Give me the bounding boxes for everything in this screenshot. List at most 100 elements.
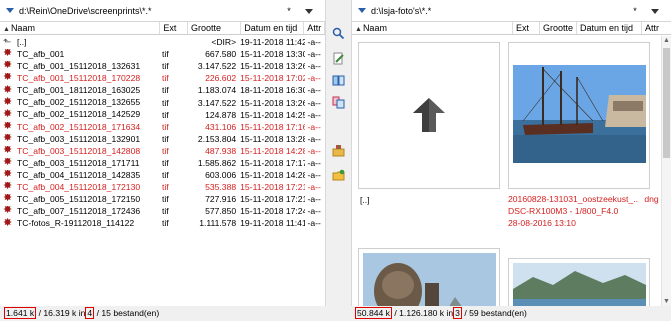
left-file-panel[interactable]: d:\Rein\OneDrive\screenprints\*.* * ▲Naa… xyxy=(0,0,326,306)
file-row[interactable]: TC-fotos_R-19112018_114122 tif 1.111.57819… xyxy=(0,217,326,229)
file-name-text: TC_afb_003_15112018_132901 xyxy=(17,133,141,144)
left-history-dropdown[interactable] xyxy=(299,6,319,16)
file-row[interactable]: TC_afb_007_15112018_172436 tif 577.85015-1… xyxy=(0,205,326,217)
col-size[interactable]: Grootte xyxy=(188,22,242,34)
tile-label: [..] xyxy=(360,195,370,205)
file-size: 124.878 xyxy=(205,109,237,120)
file-date: 15-11-2018 13:30 xyxy=(240,49,306,60)
file-ext: tif xyxy=(161,97,169,108)
file-attr: -a-- xyxy=(307,85,321,96)
file-name: TC_afb_002_15112018_132655 xyxy=(0,97,159,107)
thumbnail-tile[interactable]: 20160828-131031_oostzeekust_.. dng DSC-R… xyxy=(508,42,659,257)
file-size: 487.938 xyxy=(205,145,237,156)
file-ext: tif xyxy=(161,182,169,193)
right-history-dropdown[interactable] xyxy=(645,6,665,16)
file-date: 15-11-2018 14:28 xyxy=(240,145,306,156)
tile-filename: 20160828-131031_oostzeekust_.. dng xyxy=(508,194,659,204)
left-path-text: d:\Rein\OneDrive\screenprints\*.* xyxy=(19,5,152,16)
pack-icon[interactable] xyxy=(332,144,345,157)
file-name: TC_afb_002_15112018_171634 xyxy=(0,122,159,132)
thumbnail-tile[interactable] xyxy=(358,248,500,306)
right-file-panel[interactable]: d:\Isja-foto's\*.* * ▲Naam Ext Grootte D… xyxy=(351,0,671,306)
file-date: 15-11-2018 17:21 xyxy=(240,194,306,205)
file-date: 15-11-2018 13:26 xyxy=(240,61,306,72)
file-name: TC_afb_002_15112018_142529 xyxy=(0,109,159,119)
file-ext: tif xyxy=(161,121,169,132)
file-row[interactable]: TC_afb_004_15112018_142835 tif 603.00615-1… xyxy=(0,169,326,181)
left-path-bar[interactable]: d:\Rein\OneDrive\screenprints\*.* * xyxy=(0,0,325,22)
file-ext: tif xyxy=(161,133,169,144)
file-row[interactable]: TC_afb_003_15112018_171711 tif 1.585.86215… xyxy=(0,157,326,169)
scroll-thumb[interactable] xyxy=(663,48,670,158)
file-size: <DIR> xyxy=(211,37,237,48)
right-file-count: / 59 bestand(en) xyxy=(464,308,527,318)
file-row[interactable]: TC_afb_001_15112018_170228 tif 226.60215-1… xyxy=(0,72,326,84)
file-attr: -a-- xyxy=(307,49,321,60)
col-attr[interactable]: Attr xyxy=(642,22,662,34)
thumbnail-tile[interactable]: [..] xyxy=(358,42,500,220)
image-file-icon xyxy=(3,134,14,144)
file-name-text: TC_afb_005_15112018_172150 xyxy=(17,194,141,205)
file-attr: -a-- xyxy=(307,61,321,72)
file-size: 226.602 xyxy=(205,73,237,84)
file-row[interactable]: TC_afb_005_15112018_172150 tif 727.91615-1… xyxy=(0,193,326,205)
col-date[interactable]: Datum en tijd xyxy=(241,22,305,34)
image-file-icon xyxy=(3,86,14,96)
file-row[interactable]: [..] <DIR>19-11-2018 11:42-a-- xyxy=(0,36,326,48)
file-date: 15-11-2018 13:26 xyxy=(240,97,306,108)
photo-sculpture-head xyxy=(363,253,496,306)
col-name[interactable]: ▲Naam xyxy=(0,22,161,34)
file-row[interactable]: TC_afb_002_15112018_132655 tif 3.147.52215… xyxy=(0,96,326,108)
search-icon[interactable] xyxy=(332,27,345,40)
file-name-text: TC_afb_003_15112018_171711 xyxy=(17,157,140,168)
file-name-text: TC_afb_002_15112018_132655 xyxy=(17,97,141,108)
right-star-button[interactable]: * xyxy=(625,6,645,16)
chevron-down-icon[interactable] xyxy=(6,8,14,13)
file-row[interactable]: TC_afb_002_15112018_171634 tif 431.10615-1… xyxy=(0,121,326,133)
compare-icon[interactable] xyxy=(332,74,345,87)
file-row[interactable]: TC_afb_001_18112018_163025 tif 1.183.07418… xyxy=(0,84,326,96)
file-date: 15-11-2018 17:16 xyxy=(240,121,306,132)
thumbnail-tile[interactable] xyxy=(508,258,650,306)
file-row[interactable]: TC_afb_003_15112018_142808 tif 487.93815-1… xyxy=(0,145,326,157)
file-ext: tif xyxy=(161,194,169,205)
col-ext[interactable]: Ext xyxy=(513,22,540,34)
file-name: TC_afb_005_15112018_172150 xyxy=(0,194,159,204)
left-selected-size: 1.641 k xyxy=(4,307,37,319)
file-ext: tif xyxy=(161,73,169,84)
image-file-icon xyxy=(3,194,14,204)
file-name-text: TC_afb_001 xyxy=(17,49,65,60)
file-row[interactable]: TC_afb_003_15112018_132901 tif 2.153.80415… xyxy=(0,133,326,145)
sync-icon[interactable] xyxy=(332,96,345,109)
file-row[interactable]: TC_afb_001_15112018_132631 tif 3.147.52215… xyxy=(0,60,326,72)
col-name[interactable]: ▲Naam xyxy=(352,22,513,34)
file-attr: -a-- xyxy=(307,206,321,217)
scroll-up-arrow-icon[interactable]: ▲ xyxy=(663,37,670,44)
edit-icon[interactable] xyxy=(332,52,345,65)
file-attr: -a-- xyxy=(307,37,321,48)
file-date: 18-11-2018 16:30 xyxy=(240,85,306,96)
file-attr: -a-- xyxy=(307,109,321,120)
col-date[interactable]: Datum en tijd xyxy=(577,22,642,34)
right-scrollbar[interactable]: ▲ ▼ xyxy=(661,36,671,306)
scroll-down-arrow-icon[interactable]: ▼ xyxy=(663,298,670,305)
left-star-button[interactable]: * xyxy=(279,6,299,16)
new-folder-icon[interactable] xyxy=(332,169,345,182)
file-size: 603.006 xyxy=(205,170,237,181)
file-ext: tif xyxy=(161,49,169,60)
file-ext: tif xyxy=(161,157,169,168)
right-path-bar[interactable]: d:\Isja-foto's\*.* * xyxy=(352,0,671,22)
tile-camera-info: DSC-RX100M3 - 1/800_F4.0 xyxy=(508,206,619,216)
file-row[interactable]: TC_afb_004_15112018_172130 tif 535.38815-1… xyxy=(0,181,326,193)
file-row[interactable]: TC_afb_001 tif 667.58015-11-2018 13:30-a-- xyxy=(0,48,326,60)
file-attr: -a-- xyxy=(307,194,321,205)
col-ext[interactable]: Ext xyxy=(160,22,189,34)
chevron-down-icon[interactable] xyxy=(358,8,366,13)
image-file-icon xyxy=(3,170,14,180)
file-row[interactable]: TC_afb_002_15112018_142529 tif 124.87815-1… xyxy=(0,109,326,121)
file-date: 19-11-2018 11:42 xyxy=(240,37,306,48)
file-attr: -a-- xyxy=(307,121,321,132)
file-name-text: TC_afb_002_15112018_171634 xyxy=(17,121,141,132)
col-attr[interactable]: Attr xyxy=(304,22,325,34)
col-size[interactable]: Grootte xyxy=(540,22,577,34)
